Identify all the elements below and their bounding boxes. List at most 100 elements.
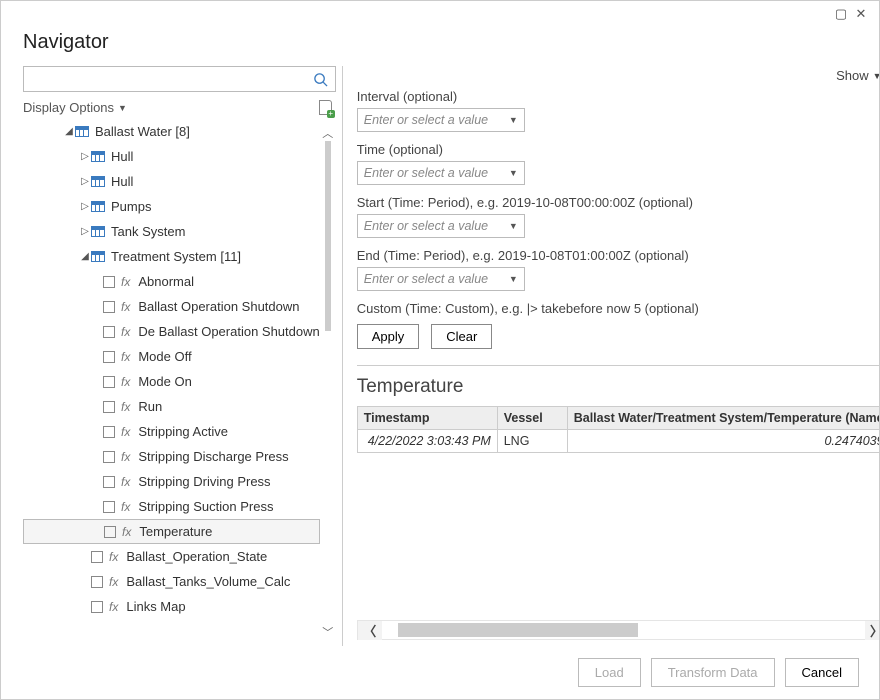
tree-node[interactable]: ▷ Hull bbox=[23, 169, 320, 194]
tree-node[interactable]: ▷ Tank System bbox=[23, 219, 320, 244]
apply-button[interactable]: Apply bbox=[357, 324, 420, 349]
tree-node-root[interactable]: ◢ Ballast Water [8] bbox=[23, 119, 320, 144]
checkbox[interactable] bbox=[103, 426, 115, 438]
tree-node[interactable]: ▷ Pumps bbox=[23, 194, 320, 219]
placeholder-text: Enter or select a value bbox=[364, 272, 488, 286]
checkbox[interactable] bbox=[103, 501, 115, 513]
tree-label: Mode On bbox=[136, 374, 191, 389]
tree-label: Stripping Discharge Press bbox=[136, 449, 288, 464]
chevron-down-icon: ▼ bbox=[118, 103, 127, 113]
display-options-dropdown[interactable]: Display Options ▼ bbox=[23, 100, 127, 115]
search-icon[interactable] bbox=[307, 67, 335, 91]
checkbox[interactable] bbox=[91, 601, 103, 613]
tree-node[interactable]: ▷Hull bbox=[23, 144, 320, 169]
preview-table: Timestamp Vessel Ballast Water/Treatment… bbox=[357, 406, 879, 453]
tree-leaf[interactable]: fxDe Ballast Operation Shutdown bbox=[23, 319, 320, 344]
tree-label: Stripping Driving Press bbox=[136, 474, 270, 489]
page-title: Navigator bbox=[1, 27, 879, 66]
expand-icon[interactable]: ▷ bbox=[79, 176, 91, 187]
scroll-track[interactable] bbox=[382, 621, 865, 639]
fx-icon: fx bbox=[121, 275, 130, 289]
tree-label: Tank System bbox=[109, 224, 185, 239]
tree-leaf-selected[interactable]: fxTemperature bbox=[23, 519, 320, 544]
left-panel: Display Options ▼ + ◢ Ballast Water [8] … bbox=[23, 66, 343, 646]
fx-icon: fx bbox=[121, 350, 130, 364]
tree-label: Run bbox=[136, 399, 162, 414]
tree-leaf[interactable]: fx Run bbox=[23, 394, 320, 419]
fx-icon: fx bbox=[122, 525, 131, 539]
tree-label: Pumps bbox=[109, 199, 151, 214]
checkbox[interactable] bbox=[103, 301, 115, 313]
tree-leaf[interactable]: fxLinks Map bbox=[23, 594, 320, 619]
tree-leaf[interactable]: fxMode Off bbox=[23, 344, 320, 369]
checkbox[interactable] bbox=[103, 326, 115, 338]
navigator-window: ▢ ✕ Navigator Display Options ▼ + bbox=[0, 0, 880, 700]
tree-scrollbar[interactable]: ︿ ﹀ bbox=[320, 119, 336, 646]
checkbox[interactable] bbox=[103, 276, 115, 288]
search-input[interactable] bbox=[24, 67, 307, 91]
checkbox[interactable] bbox=[91, 576, 103, 588]
transform-data-button[interactable]: Transform Data bbox=[651, 658, 775, 687]
checkbox[interactable] bbox=[103, 376, 115, 388]
tree-leaf[interactable]: fxAbnormal bbox=[23, 269, 320, 294]
end-select[interactable]: Enter or select a value▼ bbox=[357, 267, 525, 291]
fx-icon: fx bbox=[109, 600, 118, 614]
checkbox[interactable] bbox=[103, 451, 115, 463]
tree-leaf[interactable]: fxBallast_Operation_State bbox=[23, 544, 320, 569]
horizontal-scrollbar[interactable]: 〈 〉 bbox=[357, 620, 879, 640]
tree-label: Treatment System [11] bbox=[109, 249, 241, 264]
document-add-icon[interactable]: + bbox=[319, 100, 332, 115]
scroll-thumb[interactable] bbox=[398, 623, 638, 637]
restore-icon[interactable]: ▢ bbox=[831, 4, 851, 24]
col-timestamp[interactable]: Timestamp bbox=[358, 407, 498, 429]
start-select[interactable]: Enter or select a value▼ bbox=[357, 214, 525, 238]
divider bbox=[357, 365, 879, 366]
tree-label: Hull bbox=[109, 174, 133, 189]
checkbox[interactable] bbox=[104, 526, 116, 538]
fx-icon: fx bbox=[121, 400, 130, 414]
table-icon bbox=[91, 176, 105, 187]
tree-leaf[interactable]: fxStripping Discharge Press bbox=[23, 444, 320, 469]
tree-leaf[interactable]: fxStripping Suction Press bbox=[23, 494, 320, 519]
checkbox[interactable] bbox=[103, 401, 115, 413]
expand-icon[interactable]: ▷ bbox=[79, 226, 91, 237]
scroll-thumb[interactable] bbox=[325, 141, 331, 331]
show-dropdown[interactable]: Show ▼ bbox=[836, 68, 879, 83]
custom-label: Custom (Time: Custom), e.g. |> takebefor… bbox=[357, 301, 862, 316]
tree-leaf[interactable]: fxBallast Operation Shutdown bbox=[23, 294, 320, 319]
collapse-icon[interactable]: ◢ bbox=[63, 126, 75, 137]
fx-icon: fx bbox=[109, 575, 118, 589]
right-panel: Show ▼ ︿ ﹀ Interval (optional) Enter or … bbox=[343, 66, 879, 646]
search-row bbox=[23, 66, 336, 92]
collapse-icon[interactable]: ◢ bbox=[79, 251, 91, 262]
checkbox[interactable] bbox=[91, 551, 103, 563]
scroll-left-icon[interactable]: 〈 bbox=[358, 621, 382, 640]
checkbox[interactable] bbox=[103, 476, 115, 488]
tree-leaf[interactable]: fxMode On bbox=[23, 369, 320, 394]
load-button[interactable]: Load bbox=[578, 658, 641, 687]
tree-leaf[interactable]: fxStripping Active bbox=[23, 419, 320, 444]
interval-select[interactable]: Enter or select a value▼ bbox=[357, 108, 525, 132]
cancel-button[interactable]: Cancel bbox=[785, 658, 859, 687]
tree: ◢ Ballast Water [8] ▷Hull ▷Hull ▷Pumps ▷… bbox=[23, 119, 320, 646]
tree-node-treatment[interactable]: ◢ Treatment System [11] bbox=[23, 244, 320, 269]
col-vessel[interactable]: Vessel bbox=[498, 407, 568, 429]
end-label: End (Time: Period), e.g. 2019-10-08T01:0… bbox=[357, 248, 862, 263]
expand-icon[interactable]: ▷ bbox=[79, 151, 91, 162]
placeholder-text: Enter or select a value bbox=[364, 219, 488, 233]
close-icon[interactable]: ✕ bbox=[851, 4, 871, 24]
clear-button[interactable]: Clear bbox=[431, 324, 492, 349]
scroll-down-icon[interactable]: ﹀ bbox=[322, 624, 333, 640]
time-select[interactable]: Enter or select a value▼ bbox=[357, 161, 525, 185]
table-row[interactable]: 4/22/2022 3:03:43 PM LNG 0.24740395 bbox=[358, 430, 879, 452]
tree-leaf[interactable]: fxStripping Driving Press bbox=[23, 469, 320, 494]
col-value[interactable]: Ballast Water/Treatment System/Temperatu… bbox=[568, 407, 879, 429]
fx-icon: fx bbox=[109, 550, 118, 564]
expand-icon[interactable]: ▷ bbox=[79, 201, 91, 212]
checkbox[interactable] bbox=[103, 351, 115, 363]
tree-label: Ballast_Tanks_Volume_Calc bbox=[124, 574, 290, 589]
tree-leaf[interactable]: fx Ballast_Tanks_Volume_Calc bbox=[23, 569, 320, 594]
scroll-up-icon[interactable]: ︿ bbox=[322, 125, 333, 141]
table-icon bbox=[75, 126, 89, 137]
scroll-right-icon[interactable]: 〉 bbox=[865, 621, 879, 640]
